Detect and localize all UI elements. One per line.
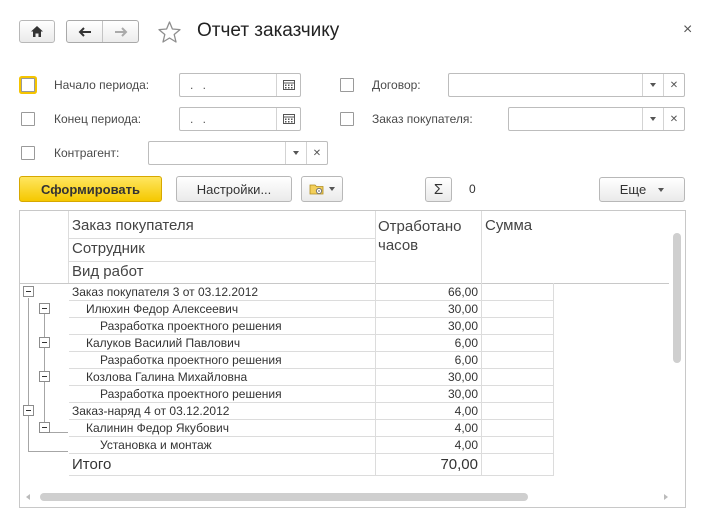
history-nav (66, 20, 139, 43)
page-title: Отчет заказчику (197, 20, 340, 41)
variants-button[interactable] (301, 176, 343, 202)
contract-dropdown-button[interactable] (642, 74, 663, 96)
vertical-scrollbar[interactable] (673, 233, 681, 363)
sum-value: 0 (469, 182, 476, 196)
sum-button[interactable]: Σ (425, 177, 452, 202)
forward-button[interactable] (103, 21, 138, 42)
row-name: Разработка проектного решения (100, 387, 282, 401)
total-hours: 70,00 (440, 456, 478, 473)
more-button[interactable]: Еще (599, 177, 685, 202)
chevron-down-icon (293, 151, 299, 155)
contract-label: Договор: (372, 78, 421, 92)
back-button[interactable] (67, 21, 103, 42)
header-customer-order: Заказ покупателя (72, 217, 194, 234)
row-name: Заказ покупателя 3 от 03.12.2012 (72, 285, 259, 299)
scroll-left-arrow[interactable] (26, 494, 30, 500)
row-name: Калуков Василий Павлович (86, 336, 241, 350)
customer-order-dropdown-button[interactable] (642, 108, 663, 130)
row-name: Разработка проектного решения (100, 353, 282, 367)
arrow-right-icon (114, 26, 127, 37)
contract-field[interactable]: ✕ (448, 73, 685, 97)
home-icon (31, 26, 43, 37)
chevron-down-icon (650, 117, 656, 121)
calendar-button[interactable] (276, 74, 300, 96)
customer-order-clear-button[interactable]: ✕ (663, 108, 684, 130)
row-name: Калинин Федор Якубович (86, 421, 229, 435)
row-hours: 30,00 (447, 370, 478, 384)
report-spreadsheet[interactable]: Заказ покупателя Сотрудник Вид работ Отр… (19, 210, 686, 508)
row-hours: 66,00 (447, 285, 478, 299)
clear-icon: ✕ (669, 79, 679, 91)
counterparty-clear-button[interactable]: ✕ (306, 142, 327, 164)
table-row[interactable]: Разработка проектного решения 30,00 (20, 385, 553, 402)
home-button[interactable] (19, 20, 55, 43)
chevron-down-icon (329, 187, 335, 191)
row-hours: 6,00 (454, 353, 478, 367)
scroll-right-arrow[interactable] (664, 494, 668, 500)
row-name: Заказ-наряд 4 от 03.12.2012 (72, 404, 230, 418)
table-row[interactable]: Козлова Галина Михайловна 30,00 (20, 368, 553, 385)
period-start-field[interactable]: . . (179, 73, 301, 97)
counterparty-field[interactable]: ✕ (148, 141, 328, 165)
counterparty-label: Контрагент: (54, 146, 120, 160)
period-end-value: . . (190, 112, 210, 126)
counterparty-dropdown-button[interactable] (285, 142, 306, 164)
row-name: Козлова Галина Михайловна (86, 370, 248, 384)
star-icon[interactable] (157, 20, 182, 44)
period-end-checkbox[interactable] (21, 112, 35, 126)
counterparty-checkbox[interactable] (21, 146, 35, 160)
contract-checkbox[interactable] (340, 78, 354, 92)
calendar-icon (282, 80, 295, 90)
period-start-label: Начало периода: (54, 78, 150, 92)
row-hours: 30,00 (447, 302, 478, 316)
chevron-down-icon (650, 83, 656, 87)
header-sum: Сумма (485, 217, 533, 234)
horizontal-scrollbar[interactable] (40, 493, 528, 501)
settings-button[interactable]: Настройки... (176, 176, 292, 202)
row-hours: 4,00 (454, 438, 478, 452)
row-hours: 4,00 (454, 404, 478, 418)
generate-button[interactable]: Сформировать (19, 176, 162, 202)
customer-order-label: Заказ покупателя: (372, 112, 473, 126)
period-end-label: Конец периода: (54, 112, 142, 126)
chevron-down-icon (658, 187, 665, 192)
customer-order-checkbox[interactable] (340, 112, 354, 126)
period-start-checkbox[interactable] (21, 78, 35, 92)
row-hours: 6,00 (454, 336, 478, 350)
row-hours: 30,00 (447, 387, 478, 401)
table-row[interactable]: Установка и монтаж 4,00 (20, 436, 553, 453)
table-row[interactable]: Калинин Федор Якубович 4,00 (20, 419, 553, 436)
customer-order-field[interactable]: ✕ (508, 107, 685, 131)
table-row[interactable]: Разработка проектного решения 30,00 (20, 317, 553, 334)
header-hours: Отработано часов (378, 218, 462, 254)
header-employee: Сотрудник (72, 240, 145, 257)
header-work-type: Вид работ (72, 263, 144, 280)
table-row[interactable]: Заказ покупателя 3 от 03.12.2012 66,00 (20, 283, 553, 300)
table-row[interactable]: Заказ-наряд 4 от 03.12.2012 4,00 (20, 402, 553, 419)
calendar-icon (282, 114, 295, 124)
calendar-button[interactable] (276, 108, 300, 130)
total-label: Итого (72, 456, 112, 473)
row-name: Установка и монтаж (100, 438, 212, 452)
row-name: Разработка проектного решения (100, 319, 282, 333)
table-row[interactable]: Илюхин Федор Алексеевич 30,00 (20, 300, 553, 317)
row-name: Илюхин Федор Алексеевич (86, 302, 239, 316)
clear-icon: ✕ (669, 113, 679, 125)
row-hours: 30,00 (447, 319, 478, 333)
folder-gear-icon (309, 184, 324, 195)
close-icon[interactable]: × (683, 21, 692, 39)
period-start-value: . . (190, 78, 210, 92)
table-row[interactable]: Калуков Василий Павлович 6,00 (20, 334, 553, 351)
contract-clear-button[interactable]: ✕ (663, 74, 684, 96)
period-end-field[interactable]: . . (179, 107, 301, 131)
clear-icon: ✕ (312, 147, 322, 159)
table-row[interactable]: Разработка проектного решения 6,00 (20, 351, 553, 368)
row-hours: 4,00 (454, 421, 478, 435)
more-label: Еще (619, 182, 647, 197)
arrow-left-icon (78, 26, 91, 37)
